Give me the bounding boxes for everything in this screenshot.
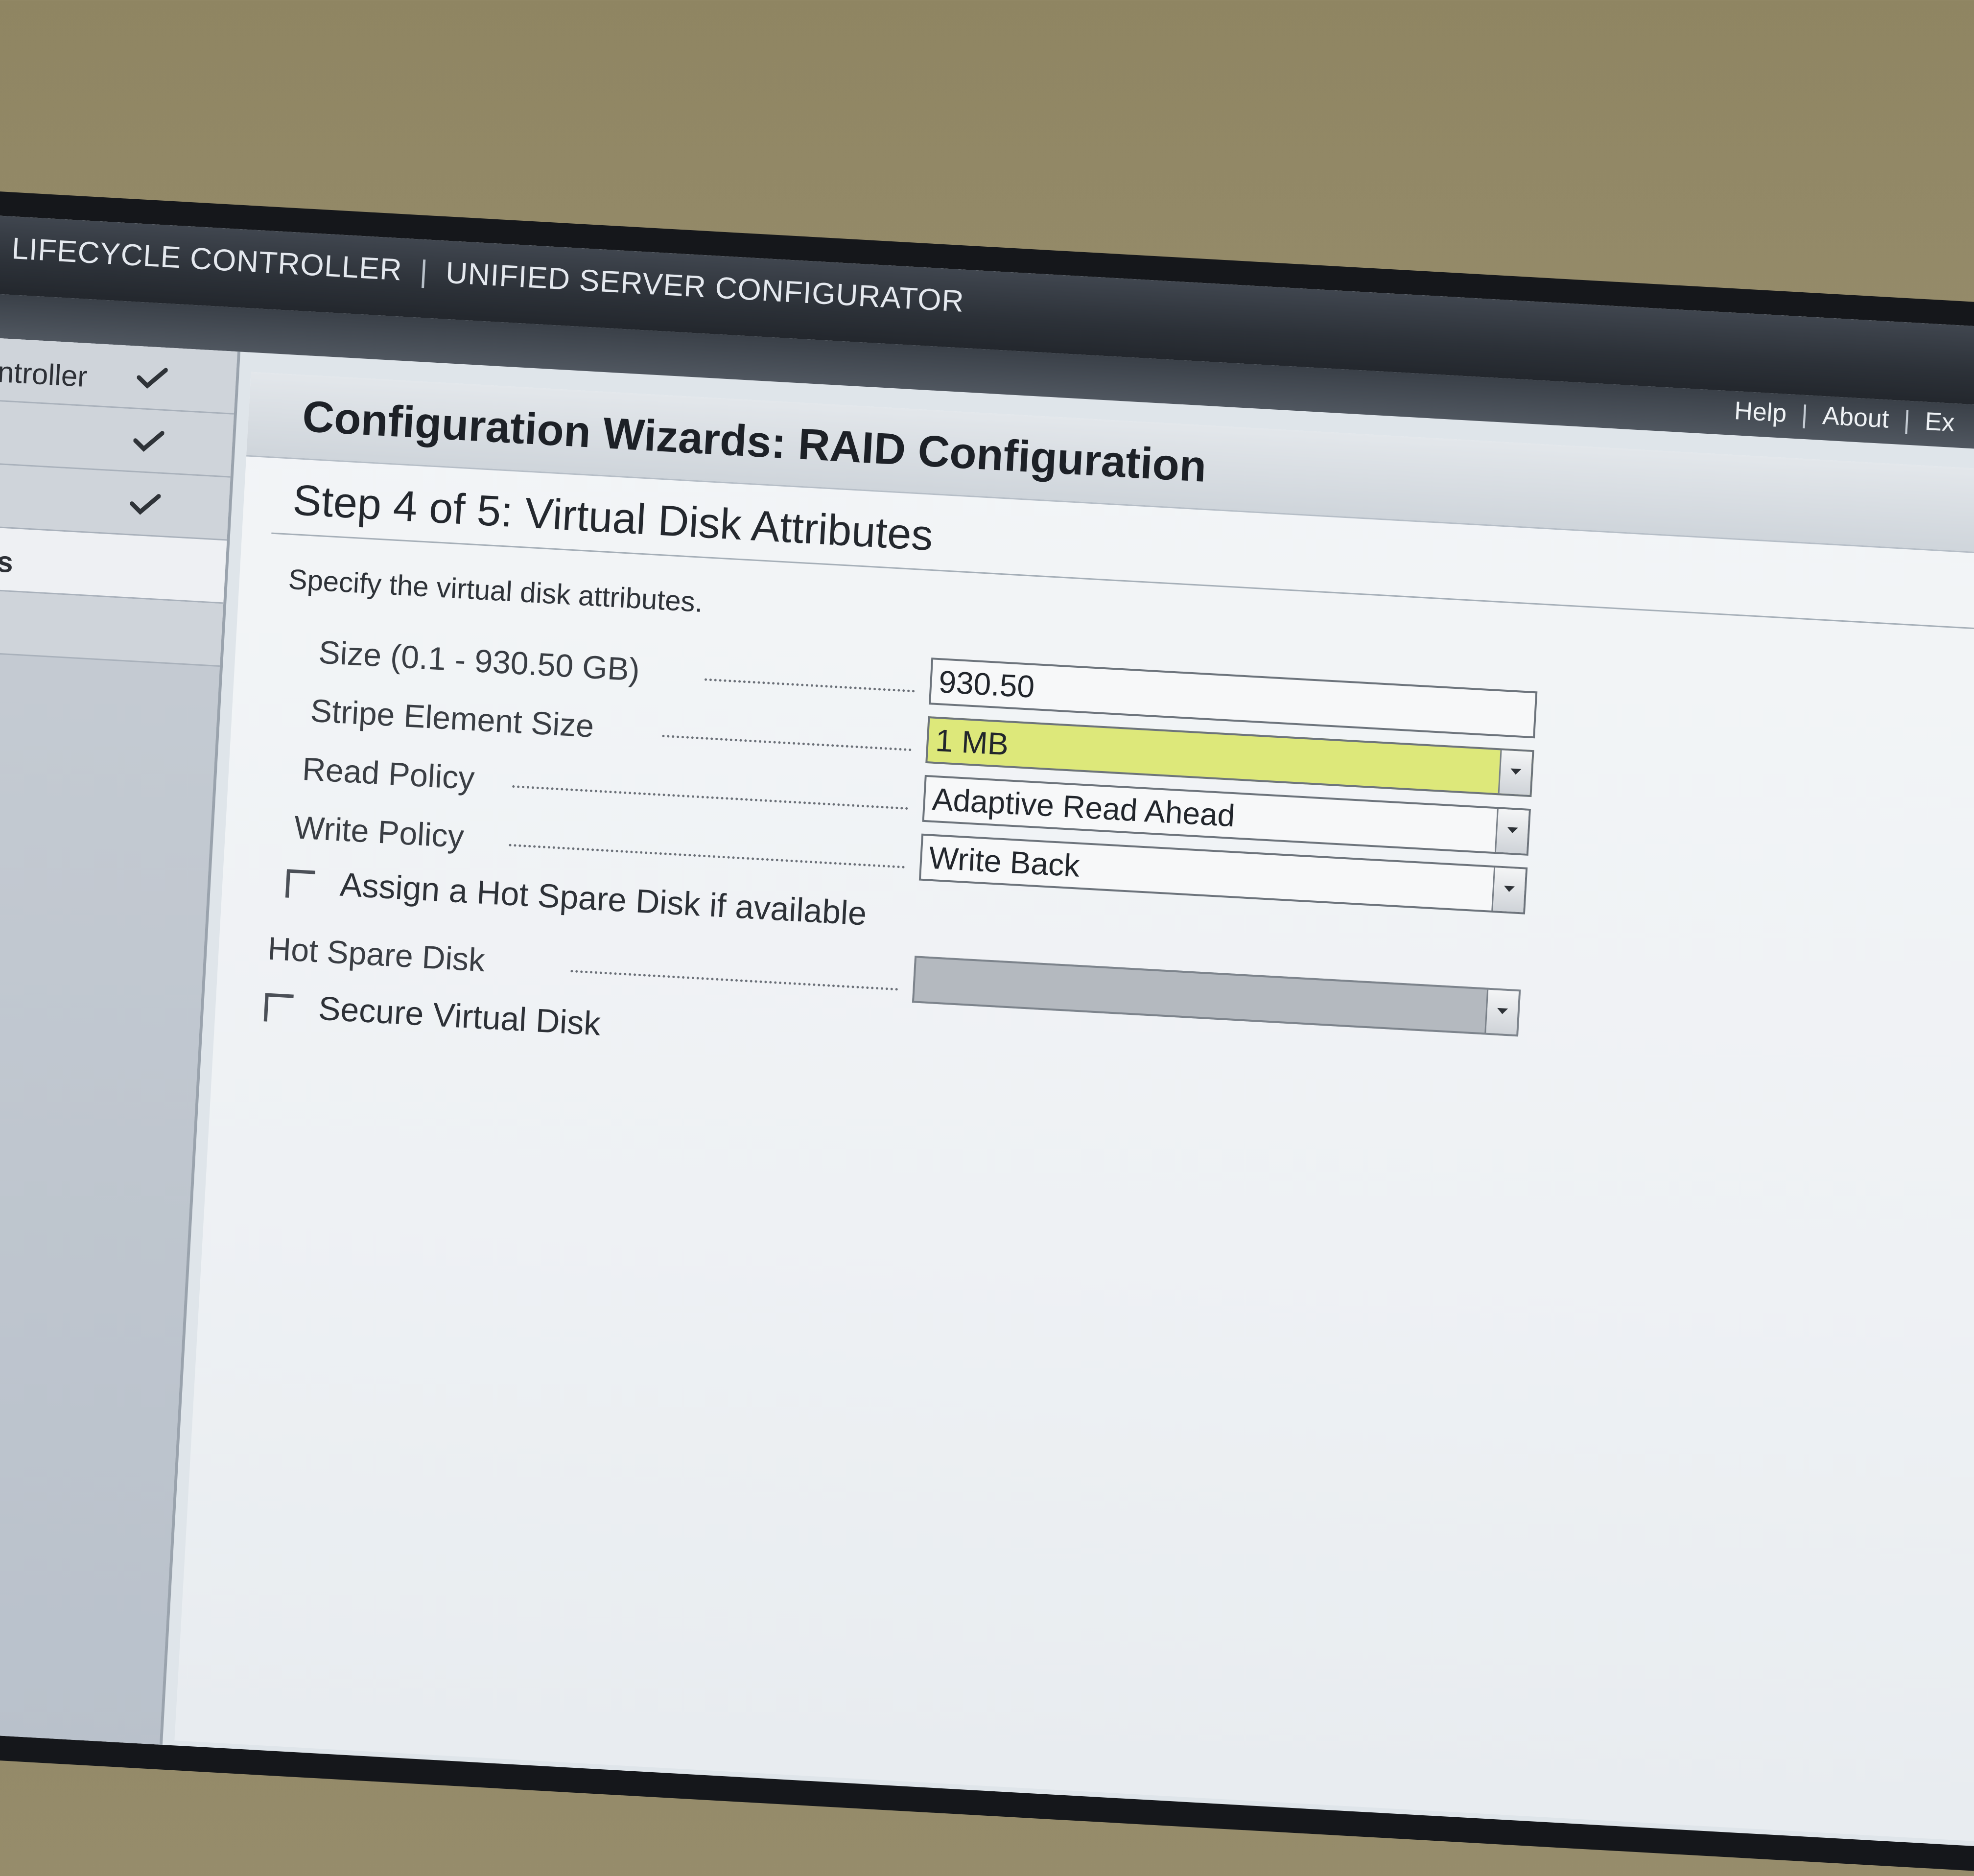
write-policy-value: Write Back — [928, 840, 1081, 884]
secure-virtual-disk-checkbox[interactable] — [263, 993, 294, 1023]
dropdown-button[interactable] — [1498, 750, 1532, 795]
sidebar-step-label: tes — [0, 543, 14, 579]
stripe-element-size-value: 1 MB — [934, 723, 1010, 762]
secure-virtual-disk-label: Secure Virtual Disk — [317, 989, 602, 1043]
leader-dots — [704, 678, 915, 693]
screen: LIFECYCLE CONTROLLER | UNIFIED SERVER CONF… — [0, 211, 1974, 1849]
leader-dots — [509, 844, 905, 868]
product-subtitle: UNIFIED SERVER CONFIGURATOR — [445, 256, 965, 319]
link-separator: | — [1800, 400, 1809, 429]
link-separator: | — [1903, 406, 1911, 435]
leader-dots — [512, 785, 909, 810]
stripe-element-size-label: Stripe Element Size — [309, 692, 595, 744]
exit-link[interactable]: Ex — [1924, 407, 1955, 438]
dropdown-button[interactable] — [1491, 868, 1526, 913]
dropdown-button — [1484, 989, 1519, 1035]
wizard-panel: Configuration Wizards: RAID Configuratio… — [174, 372, 1974, 1845]
sidebar-step-label: ontroller — [0, 354, 89, 394]
product-name: LIFECYCLE CONTROLLER — [11, 232, 403, 287]
about-link[interactable]: About — [1822, 401, 1890, 434]
read-policy-label: Read Policy — [301, 750, 476, 797]
instruction-text: Specify the virtual disk attributes. — [287, 563, 704, 618]
chevron-down-icon — [1507, 827, 1518, 834]
help-link[interactable]: Help — [1734, 396, 1787, 428]
hot-spare-disk-label: Hot Spare Disk — [266, 930, 486, 979]
checkmark-icon — [137, 368, 168, 389]
chevron-down-icon — [1497, 1008, 1508, 1014]
checkmark-icon — [129, 494, 161, 515]
leader-dots — [570, 970, 898, 991]
dropdown-button[interactable] — [1494, 809, 1529, 854]
checkmark-icon — [133, 431, 164, 452]
chevron-down-icon — [1504, 886, 1515, 892]
write-policy-label: Write Policy — [293, 809, 465, 855]
brand-separator: | — [419, 254, 429, 289]
leader-dots — [662, 734, 912, 751]
size-label: Size (0.1 - 930.50 GB) — [317, 633, 641, 688]
chevron-down-icon — [1510, 768, 1522, 775]
assign-hot-spare-checkbox[interactable] — [285, 869, 316, 899]
